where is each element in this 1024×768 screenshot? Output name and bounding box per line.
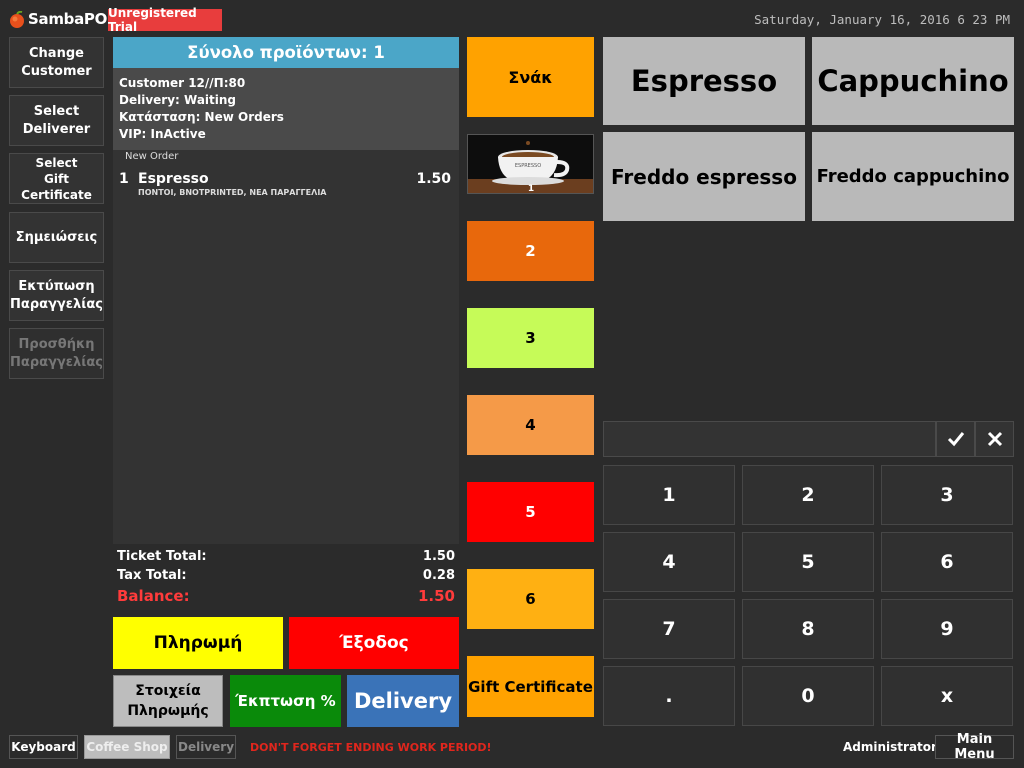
order-price: 1.50: [416, 171, 451, 187]
datetime: Saturday, January 16, 2016 6 23 PM: [754, 12, 1010, 27]
order-list: New Order 1 Espresso 1.50 ΠΟΝΤΟΙ, BNOTPR…: [113, 150, 459, 544]
exit-button[interactable]: Έξοδος: [289, 617, 459, 669]
order-group-label: New Order: [125, 151, 179, 162]
numpad-key-0[interactable]: 0: [742, 666, 874, 726]
close-icon: [987, 431, 1002, 447]
ticket-total-row: Ticket Total: 1.50: [113, 549, 459, 568]
notes-button[interactable]: Σημειώσεις: [9, 212, 104, 263]
payment-button[interactable]: Πληρωμή: [113, 617, 283, 669]
payment-details-button[interactable]: Στοιχεία Πληρωμής: [113, 675, 223, 727]
check-icon: [947, 432, 964, 447]
tax-total-label: Tax Total:: [117, 568, 187, 583]
category-3[interactable]: 3: [467, 308, 594, 368]
change-customer-button[interactable]: Change Customer: [9, 37, 104, 88]
app-name: SambaPOS: [28, 10, 118, 28]
delivery-tab-button[interactable]: Delivery: [176, 735, 236, 759]
ticket-info-customer: Customer 12//Π:80: [119, 76, 246, 90]
delivery-button[interactable]: Delivery: [347, 675, 459, 727]
category-5[interactable]: 5: [467, 482, 594, 542]
numpad-key-dot[interactable]: .: [603, 666, 735, 726]
ticket-totals: Ticket Total: 1.50 Tax Total: 0.28 Balan…: [113, 549, 459, 609]
add-order-button[interactable]: Προσθήκη Παραγγελίας: [9, 328, 104, 379]
category-6[interactable]: 6: [467, 569, 594, 629]
select-gift-certificate-button[interactable]: Select Gift Certificate: [9, 153, 104, 204]
numpad-key-4[interactable]: 4: [603, 532, 735, 592]
menu-item-espresso[interactable]: Espresso: [603, 37, 805, 125]
numpad-key-2[interactable]: 2: [742, 465, 874, 525]
ticket-header: Σύνολο προϊόντων: 1: [113, 37, 459, 68]
trial-badge: Unregistered Trial: [108, 6, 222, 34]
payment-details-label: Στοιχεία Πληρωμής: [127, 683, 209, 719]
numpad-key-5[interactable]: 5: [742, 532, 874, 592]
numpad-key-7[interactable]: 7: [603, 599, 735, 659]
category-4[interactable]: 4: [467, 395, 594, 455]
category-coffee-image[interactable]: ESPRESSO 1: [467, 134, 594, 194]
category-2[interactable]: 2: [467, 221, 594, 281]
numpad-key-3[interactable]: 3: [881, 465, 1013, 525]
order-tags: ΠΟΝΤΟΙ, BNOTPRINTED, ΝΕΑ ΠΑΡΑΓΓΕΛΙΑ: [138, 188, 327, 197]
numpad-input[interactable]: [603, 421, 936, 457]
print-order-label: Εκτύπωση Παραγγελίας: [10, 278, 103, 312]
sambapos-logo-icon: [10, 11, 24, 28]
coffee-shop-button[interactable]: Coffee Shop: [84, 735, 170, 759]
numpad-key-x[interactable]: x: [881, 666, 1013, 726]
ticket-info-vip: VIP: InActive: [119, 127, 206, 141]
select-deliverer-button[interactable]: Select Deliverer: [9, 95, 104, 146]
change-customer-label: Change Customer: [21, 45, 92, 79]
ticket-info-status: Κατάσταση: New Orders: [119, 110, 284, 124]
espresso-cup-icon: ESPRESSO 1: [468, 135, 593, 194]
ticket-total-label: Ticket Total:: [117, 549, 207, 564]
print-order-button[interactable]: Εκτύπωση Παραγγελίας: [9, 270, 104, 321]
order-name: Espresso: [138, 171, 209, 187]
category-snack[interactable]: Σνάκ: [467, 37, 594, 117]
select-deliverer-label: Select Deliverer: [22, 103, 91, 137]
numpad-key-1[interactable]: 1: [603, 465, 735, 525]
balance-label: Balance:: [117, 587, 190, 605]
cup-text: ESPRESSO: [515, 163, 541, 169]
numpad-cancel-button[interactable]: [975, 421, 1014, 457]
tax-total-row: Tax Total: 0.28: [113, 568, 459, 587]
menu-item-freddo-cappuchino[interactable]: Freddo cappuchino: [812, 132, 1014, 221]
numpad-ok-button[interactable]: [936, 421, 975, 457]
category-gift-certificate[interactable]: Gift Certificate: [467, 656, 594, 717]
numpad-key-8[interactable]: 8: [742, 599, 874, 659]
select-gift-certificate-label: Select Gift Certificate: [21, 155, 92, 202]
numpad-key-6[interactable]: 6: [881, 532, 1013, 592]
numpad-key-9[interactable]: 9: [881, 599, 1013, 659]
add-order-label: Προσθήκη Παραγγελίας: [10, 336, 103, 370]
ticket-total-value: 1.50: [422, 549, 455, 564]
ticket-info-delivery: Delivery: Waiting: [119, 93, 237, 107]
work-period-warning: DON'T FORGET ENDING WORK PERIOD!: [250, 741, 492, 754]
keyboard-button[interactable]: Keyboard: [9, 735, 78, 759]
order-qty: 1: [119, 171, 129, 187]
main-menu-button[interactable]: Main Menu: [935, 732, 1014, 762]
menu-item-freddo-espresso[interactable]: Freddo espresso: [603, 132, 805, 221]
balance-value: 1.50: [417, 587, 455, 605]
current-user: Administrator: [843, 740, 937, 754]
balance-row: Balance: 1.50: [113, 587, 459, 609]
discount-button[interactable]: Έκπτωση %: [230, 675, 341, 727]
tax-total-value: 0.28: [422, 568, 455, 583]
menu-item-cappuchino[interactable]: Cappuchino: [812, 37, 1014, 125]
ticket-info: Customer 12//Π:80 Delivery: Waiting Κατά…: [113, 68, 459, 150]
category-image-caption: 1: [528, 184, 534, 194]
notes-label: Σημειώσεις: [15, 229, 98, 245]
